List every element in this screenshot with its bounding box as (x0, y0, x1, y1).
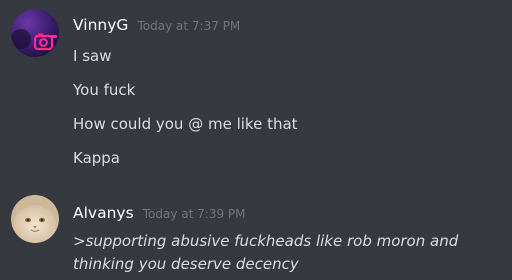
timestamp: Today at 7:39 PM (142, 207, 246, 221)
author-name[interactable]: Alvanys (73, 204, 134, 222)
camera-avatar-icon (11, 9, 59, 57)
cat-avatar-icon (11, 195, 59, 243)
message-line: Kappa (73, 149, 120, 167)
timestamp: Today at 7:37 PM (137, 19, 241, 33)
avatar[interactable] (11, 9, 59, 57)
message-line: You fuck (73, 81, 136, 99)
message-line: How could you @ me like that (73, 115, 298, 133)
message-line: thinking you deserve decency (73, 255, 299, 273)
message-header: VinnyG Today at 7:37 PM (73, 15, 240, 34)
message-line: >supporting abusive fuckheads like rob m… (73, 232, 459, 250)
message-header: Alvanys Today at 7:39 PM (73, 203, 246, 222)
author-name[interactable]: VinnyG (73, 16, 128, 34)
message-line: I saw (73, 47, 112, 65)
avatar[interactable] (11, 195, 59, 243)
